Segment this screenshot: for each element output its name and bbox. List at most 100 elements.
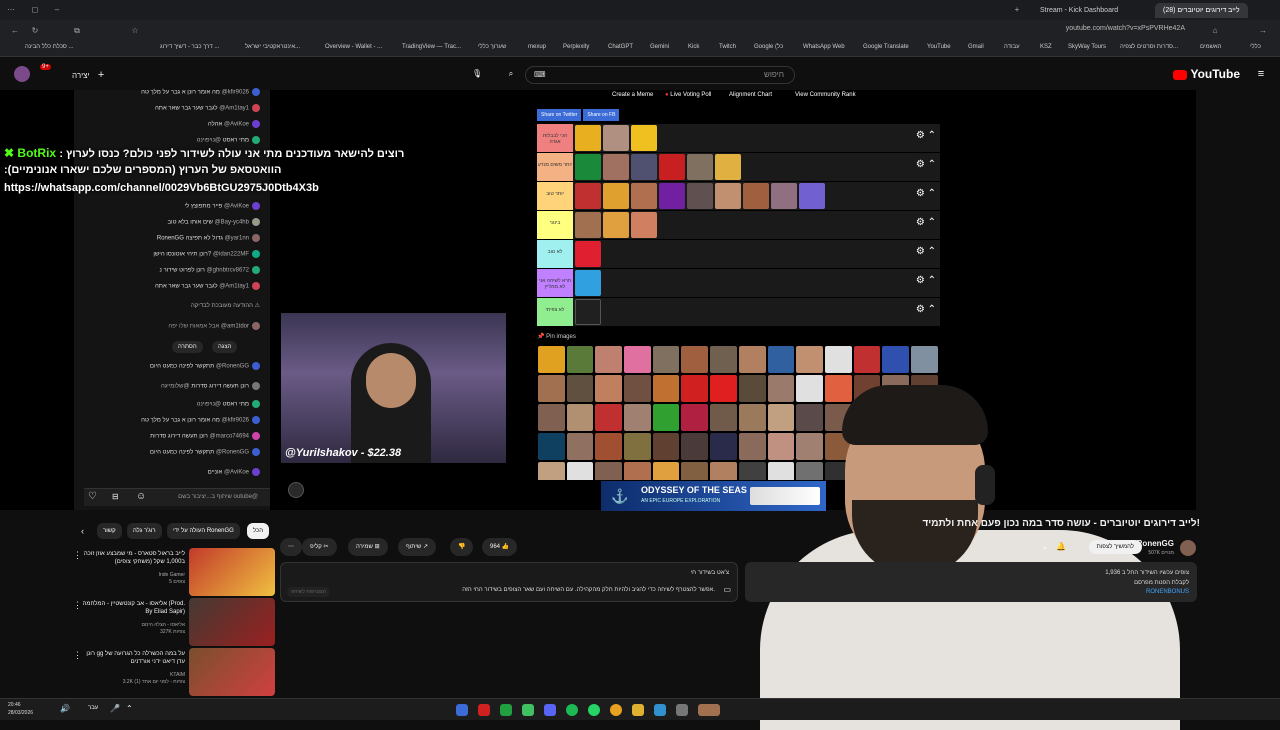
back-icon[interactable]: ← (10, 26, 20, 36)
bookmark-item[interactable]: כללי (1250, 44, 1261, 50)
tier-item[interactable] (603, 212, 629, 238)
chip-uploaded-by[interactable]: העולה על ידי RonenGG (167, 523, 240, 539)
bookmark-item[interactable]: Gmail (968, 44, 984, 50)
hide-button[interactable]: הסתרה (172, 341, 203, 353)
bookmark-item[interactable]: Twitch (719, 44, 736, 50)
tier-item[interactable] (575, 241, 601, 267)
tier-item[interactable] (715, 183, 741, 209)
new-tab-icon[interactable]: + (1012, 5, 1022, 15)
pin-item[interactable] (595, 404, 623, 431)
pin-item[interactable] (595, 433, 623, 460)
youtube-logo[interactable]: YouTube (1173, 67, 1240, 81)
pin-item[interactable] (824, 346, 852, 373)
chevron-left-icon[interactable]: ‹ (81, 526, 84, 536)
bookmark-item[interactable]: YouTube (927, 44, 951, 50)
pin-item[interactable] (652, 433, 680, 460)
tier-item[interactable] (715, 154, 741, 180)
taskbar-clock[interactable]: 20:46 28/03/2026 (8, 701, 33, 717)
heart-icon[interactable]: ♡ (88, 491, 97, 502)
tier-item[interactable] (743, 183, 769, 209)
bookmark-item[interactable]: WhatsApp Web (803, 44, 845, 50)
pin-item[interactable] (595, 462, 623, 480)
pin-item[interactable] (538, 346, 565, 373)
chip-roger[interactable]: רוג'ר גלה (127, 523, 162, 539)
tab-kick-dashboard[interactable]: Stream - Kick Dashboard (1032, 3, 1126, 18)
recommendation-item[interactable]: אליאסו - אב קונטשטיין - המלחמה (Prod. By… (73, 598, 275, 646)
tier-item[interactable] (575, 270, 601, 296)
tier-item[interactable] (603, 125, 629, 151)
pin-item[interactable] (566, 346, 594, 373)
pin-item[interactable] (738, 346, 766, 373)
bookmark-item[interactable]: Google (כל (754, 44, 783, 50)
notification-badge[interactable]: 9+ (40, 64, 51, 70)
tier-item[interactable] (687, 154, 713, 180)
chat-input[interactable]: ♡ ⊟ ☺ שיתוף ב...יציבור בשם outube@ (84, 488, 270, 506)
description-link[interactable]: RONENBONUS (1146, 589, 1189, 595)
more-vert-icon[interactable]: ⋮ (73, 550, 82, 561)
emoji-icon[interactable]: ☺ (136, 491, 146, 502)
channel-avatar[interactable] (1180, 540, 1196, 556)
volume-icon[interactable]: 🔊 (60, 704, 70, 713)
pin-item[interactable] (652, 375, 680, 402)
pin-item[interactable] (566, 462, 594, 480)
tier-item[interactable] (687, 183, 713, 209)
spotify-icon[interactable] (566, 704, 578, 716)
pin-item[interactable] (624, 462, 651, 480)
pin-item[interactable] (624, 375, 651, 402)
show-button[interactable]: הצגה (212, 341, 238, 353)
pin-item[interactable] (681, 375, 709, 402)
pin-item[interactable] (710, 404, 737, 431)
bookmark-item[interactable]: Gemini (650, 44, 669, 50)
pin-item[interactable] (595, 375, 623, 402)
tier-item[interactable] (631, 125, 657, 151)
pin-item[interactable] (681, 404, 709, 431)
recommendation-thumbnail[interactable] (189, 648, 275, 696)
bookmark-item[interactable]: דרך כבר - דשיך דירוג ... (160, 44, 219, 50)
pin-item[interactable] (566, 433, 594, 460)
discord-icon[interactable] (544, 704, 556, 716)
bookmark-item[interactable]: KSZ (1040, 44, 1052, 50)
bookmark-item[interactable]: האשמים (1200, 44, 1221, 50)
live-voting-poll-button[interactable]: ● Live Voting Poll (665, 92, 711, 98)
tier-item[interactable] (575, 154, 601, 180)
bookmark-item[interactable]: Overview - Wallet - ... (325, 44, 382, 50)
pin-item[interactable] (853, 346, 881, 373)
taskbar-app-icon[interactable] (698, 704, 720, 716)
pin-item[interactable] (681, 433, 709, 460)
tier-item[interactable] (659, 183, 685, 209)
tier-item[interactable] (575, 299, 601, 325)
search-input[interactable]: ⌨ חיפוש (525, 66, 795, 84)
tier-item[interactable] (575, 183, 601, 209)
bookmark-item[interactable]: סדרות וסרטים לצפיה... (1120, 44, 1178, 50)
more-actions-button[interactable]: ⋯ (280, 538, 302, 556)
recommendation-thumbnail[interactable] (189, 598, 275, 646)
tier-settings-icon[interactable]: ⚙ ⌃ (916, 304, 936, 315)
search-icon[interactable]: ⌕ (506, 69, 516, 79)
pin-item[interactable] (538, 375, 565, 402)
tier-item[interactable] (631, 183, 657, 209)
subscribe-button[interactable]: להמשיך לצפות (1088, 540, 1142, 554)
chip-related[interactable]: קשור (97, 523, 122, 539)
whatsapp-icon[interactable] (588, 704, 600, 716)
pin-item[interactable] (624, 404, 651, 431)
create-meme-button[interactable]: Create a Meme (612, 92, 653, 98)
reload-icon[interactable]: ↻ (30, 26, 40, 36)
tier-item[interactable] (575, 212, 601, 238)
mic-icon[interactable]: 🎙 (472, 69, 482, 79)
clip-button[interactable]: קליפ ✂ (302, 538, 337, 556)
tray-expand-icon[interactable]: ⌃ (126, 704, 133, 713)
pin-item[interactable] (681, 462, 709, 480)
more-vert-icon[interactable]: ⋮ (73, 600, 82, 611)
mic-tray-icon[interactable]: 🎤 (110, 704, 120, 713)
pin-item[interactable] (910, 346, 938, 373)
pin-item[interactable] (538, 404, 565, 431)
recommendation-item[interactable]: רונן gg על במה הכשרלה כל הגרועה של עדן ד… (73, 648, 275, 696)
restore-icon[interactable]: ◻ (30, 5, 40, 15)
pin-item[interactable] (624, 346, 651, 373)
channel-name[interactable]: RonenGG (1137, 539, 1174, 548)
pin-item[interactable] (882, 346, 909, 373)
bookmark-item[interactable]: עבודה (1004, 44, 1020, 50)
share-twitter-button[interactable]: Share on Twitter (537, 109, 582, 121)
taskbar-app-icon[interactable] (522, 704, 534, 716)
dislike-button[interactable]: 👎 (450, 538, 474, 556)
